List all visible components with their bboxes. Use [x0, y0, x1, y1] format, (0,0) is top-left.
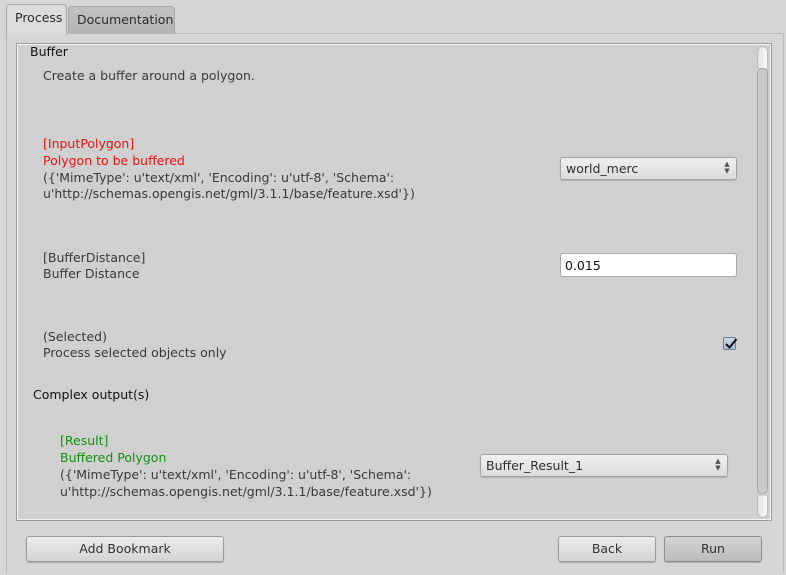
updown-arrows-icon: ▲ ▼	[724, 160, 730, 175]
result-output-value: Buffer_Result_1	[486, 458, 584, 473]
input-polygon-combobox[interactable]: world_merc ▲ ▼	[560, 157, 737, 180]
result-identifier: [Result]	[60, 433, 109, 448]
process-title: Buffer	[30, 44, 68, 59]
input-polygon-format-line1: ({'MimeType': u'text/xml', 'Encoding': u…	[43, 170, 395, 185]
result-output-combobox[interactable]: Buffer_Result_1 ▲ ▼	[480, 454, 728, 477]
scrollbar-up-cap[interactable]	[757, 46, 768, 68]
selected-title: Process selected objects only	[43, 345, 227, 360]
tab-process-label: Process	[15, 10, 63, 25]
checkmark-icon	[725, 338, 738, 349]
selected-objects-checkbox[interactable]	[723, 337, 738, 350]
process-scroll-area: Buffer Create a buffer around a polygon.…	[16, 43, 772, 521]
process-form: Buffer Create a buffer around a polygon.…	[17, 44, 771, 520]
buffer-distance-input[interactable]	[560, 253, 737, 277]
scrollbar-handle[interactable]	[757, 68, 768, 494]
result-format-line1: ({'MimeType': u'text/xml', 'Encoding': u…	[60, 467, 412, 482]
tab-process[interactable]: Process	[6, 4, 67, 35]
back-button[interactable]: Back	[558, 536, 656, 562]
process-abstract: Create a buffer around a polygon.	[43, 68, 255, 83]
buffer-distance-title: Buffer Distance	[43, 266, 140, 281]
input-polygon-identifier: [InputPolygon]	[43, 136, 135, 151]
add-bookmark-button[interactable]: Add Bookmark	[26, 536, 224, 562]
run-button[interactable]: Run	[664, 536, 762, 562]
input-polygon-format-line2: u'http://schemas.opengis.net/gml/3.1.1/b…	[43, 186, 415, 201]
selected-identifier: (Selected)	[43, 329, 107, 344]
complex-outputs-title: Complex output(s)	[33, 387, 150, 402]
tab-documentation[interactable]: Documentation	[68, 6, 175, 34]
result-title: Buffered Polygon	[60, 450, 167, 465]
scrollbar-down-cap[interactable]	[757, 496, 768, 518]
buffer-distance-identifier: [BufferDistance]	[43, 250, 146, 265]
tab-documentation-label: Documentation	[77, 12, 174, 27]
result-format-line2: u'http://schemas.opengis.net/gml/3.1.1/b…	[60, 484, 432, 499]
vertical-scrollbar[interactable]	[757, 46, 768, 518]
updown-arrows-icon: ▲ ▼	[715, 457, 721, 472]
input-polygon-title: Polygon to be buffered	[43, 153, 185, 168]
input-polygon-value: world_merc	[566, 161, 639, 176]
